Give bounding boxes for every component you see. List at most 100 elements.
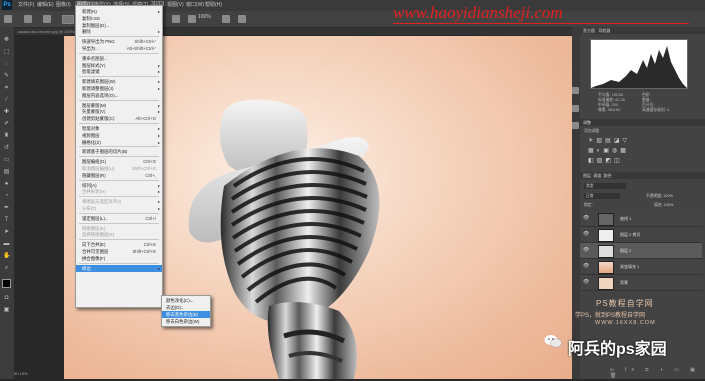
layer-menu-item[interactable]: 删除 ▸ (76, 28, 162, 35)
visibility-eye-icon[interactable]: 👁 (583, 231, 589, 237)
layer-menu-item[interactable]: 导出为... Alt+Shift+Ctrl+' (76, 45, 162, 52)
crop-tool-icon[interactable]: ⌗ (3, 85, 10, 92)
hand-tool-icon[interactable]: ✋ (3, 253, 10, 260)
visibility-eye-icon[interactable]: 👁 (583, 247, 589, 253)
layers-footer-icons[interactable]: ∞ fx ◘ ◑ ▭ ▣ 🗑 (610, 367, 705, 379)
adjustments-subtitle: 添加调整 (584, 129, 600, 133)
menubar-item[interactable]: 窗口(W) (186, 1, 204, 8)
status-zoom: 50.19% (14, 371, 28, 376)
matting-submenu-item[interactable]: 移去黑色杂边(B) (162, 311, 210, 318)
airbrush-icon[interactable] (172, 15, 180, 23)
adjustment-icons-row2[interactable]: ▦◐▣◍▩ (588, 147, 629, 154)
marquee-tool-icon[interactable]: ⬚ (3, 49, 10, 56)
tab-layers[interactable]: 图层 (583, 173, 591, 178)
menubar-item[interactable]: 图像(I) (56, 1, 71, 8)
visibility-eye-icon[interactable]: 👁 (583, 279, 589, 285)
menu-item-label: 导出为... (82, 46, 99, 51)
visibility-eye-icon[interactable]: 👁 (583, 215, 589, 221)
healing-brush-icon[interactable]: ✚ (3, 109, 10, 116)
quick-select-icon[interactable]: ✎ (3, 73, 10, 80)
menubar-item[interactable]: 帮助(H) (205, 1, 222, 8)
matting-submenu: 颜色净化(C)... 去边(D)... 移去黑色杂边(B) 移去白色杂边(W) (161, 295, 211, 327)
history-panel-icon[interactable] (572, 87, 579, 94)
flow-icon[interactable] (222, 15, 230, 23)
menu-item-label: 创建剪贴蒙版(C) (82, 116, 115, 122)
menu-item-shortcut: Alt+Shift+Ctrl+' (126, 46, 156, 51)
menu-separator (79, 239, 159, 241)
lock-label: 锁定: (584, 203, 593, 207)
text-tool-icon[interactable]: T (3, 217, 10, 224)
layer-menu-item[interactable]: 锁定图层(L)... Ctrl+/ (76, 215, 162, 222)
tab-paths[interactable]: 路径 (603, 173, 611, 178)
layer-row[interactable]: 👁 曲线 1 (580, 211, 702, 227)
gradient-tool-icon[interactable]: ▤ (3, 169, 10, 176)
brush-panel-icon[interactable] (43, 15, 51, 23)
eraser-icon[interactable]: ▭ (3, 157, 10, 164)
move-tool-icon[interactable]: ✥ (3, 37, 10, 44)
layer-filter-dropdown[interactable]: 类型 (584, 183, 626, 189)
blur-tool-icon[interactable]: ● (3, 181, 10, 188)
matting-submenu-item[interactable]: 移去白色杂边(W) (162, 318, 210, 325)
tab-navigator[interactable]: 导航器 (598, 28, 610, 33)
toolbar: ✥ ⬚ ◌ ✎ ⌗ ⁄ ✚ ✐ ♜ ↺ ▭ ▤ ● ◔ ✒ T ➤ ▬ ✋ ⌕ … (0, 27, 15, 379)
brush-tool-icon[interactable]: ✐ (3, 121, 10, 128)
menu-separator (79, 52, 159, 54)
shape-tool-icon[interactable]: ▬ (3, 241, 10, 248)
layer-menu-item[interactable]: 新建基于图层的切片(B) (76, 148, 162, 155)
mode-dropdown[interactable] (62, 15, 74, 24)
brush-preset-icon[interactable] (24, 15, 32, 23)
tab-histogram[interactable]: 直方图 (583, 28, 595, 33)
opacity-field[interactable]: 不透明度: 100% (646, 194, 673, 199)
visibility-eye-icon[interactable]: 👁 (583, 263, 589, 269)
adjustment-icons-row3[interactable]: ◧▨◩◫ (588, 157, 623, 164)
layer-menu-item[interactable]: 图层内容选项(O)... (76, 92, 162, 99)
history-brush-icon[interactable]: ↺ (3, 145, 10, 152)
tab-adjustments[interactable]: 调整 (583, 120, 591, 125)
layer-row[interactable]: 👁 图层 2 (580, 243, 702, 259)
path-select-icon[interactable]: ➤ (3, 229, 10, 236)
character-panel-icon[interactable] (572, 122, 579, 129)
zoom-tool-icon[interactable]: ⌕ (3, 265, 10, 272)
stamp-tool-icon[interactable]: ♜ (3, 133, 10, 140)
eyedropper-icon[interactable]: ⁄ (3, 97, 10, 104)
blend-mode-dropdown[interactable]: 正常 (584, 193, 620, 199)
properties-panel-icon[interactable] (572, 105, 579, 112)
foreground-color-swatch[interactable] (2, 279, 11, 288)
pen-tool-icon[interactable]: ✒ (3, 205, 10, 212)
fill-field[interactable]: 填充: 100% (654, 203, 673, 208)
zoom-value[interactable]: 100% (198, 14, 211, 20)
opacity-icon[interactable] (188, 15, 196, 23)
layer-menu-item: 选择链接图层(S) (76, 231, 162, 238)
layer-menu-item[interactable]: 创建剪贴蒙版(C) Alt+Ctrl+G (76, 115, 162, 122)
layer-menu-item: 合并形状(H) ▸ (76, 188, 162, 195)
layer-menu-item[interactable]: 拼合图像(F) (76, 255, 162, 262)
layer-menu-item[interactable]: 修边 ▸ (76, 264, 162, 272)
menubar-item[interactable]: 文件(F) (18, 1, 34, 8)
layer-menu-item[interactable]: 隐藏图层(R) Ctrl+, (76, 172, 162, 179)
menu-item-label: 合并形状(H) (82, 189, 106, 195)
brush-tool-icon[interactable] (4, 15, 12, 23)
lasso-tool-icon[interactable]: ◌ (3, 61, 10, 68)
layer-thumbnail (598, 213, 614, 226)
layer-row[interactable]: 👁 渐变填充 1 (580, 259, 702, 275)
pressure-icon[interactable] (238, 15, 246, 23)
matting-submenu-item[interactable]: 颜色净化(C)... (162, 297, 210, 304)
menubar-item[interactable]: 编辑(E) (37, 1, 54, 8)
submenu-arrow-icon: ▸ (157, 265, 160, 271)
adjustment-icons-row1[interactable]: ☀▥▤◪▽ (588, 137, 630, 144)
layer-row[interactable]: 👁 背景 (580, 275, 702, 291)
wechat-icon (544, 334, 562, 348)
photoshop-logo: Ps (2, 0, 12, 10)
dodge-tool-icon[interactable]: ◔ (3, 193, 10, 200)
layers-list: 👁 曲线 1 👁 图层 2 拷贝 👁 图层 2 👁 渐变填充 1 👁 背景 (580, 211, 702, 291)
menubar-item[interactable]: 视图(V) (167, 1, 184, 8)
layer-menu-item[interactable]: 智能滤镜 ▸ (76, 68, 162, 75)
panel-icon-strip (572, 27, 580, 379)
histogram-stats-right: 色阶: 数量: 百分位: 高速缓存级别: 4 (642, 93, 670, 112)
layer-menu-item[interactable]: 栅格化(Z) ▸ (76, 139, 162, 146)
tab-channels[interactable]: 通道 (593, 173, 601, 178)
screen-mode-icon[interactable]: ▣ (3, 307, 10, 314)
quick-mask-icon[interactable]: ◘ (3, 295, 10, 302)
matting-submenu-item[interactable]: 去边(D)... (162, 304, 210, 311)
layer-row[interactable]: 👁 图层 2 拷贝 (580, 227, 702, 243)
